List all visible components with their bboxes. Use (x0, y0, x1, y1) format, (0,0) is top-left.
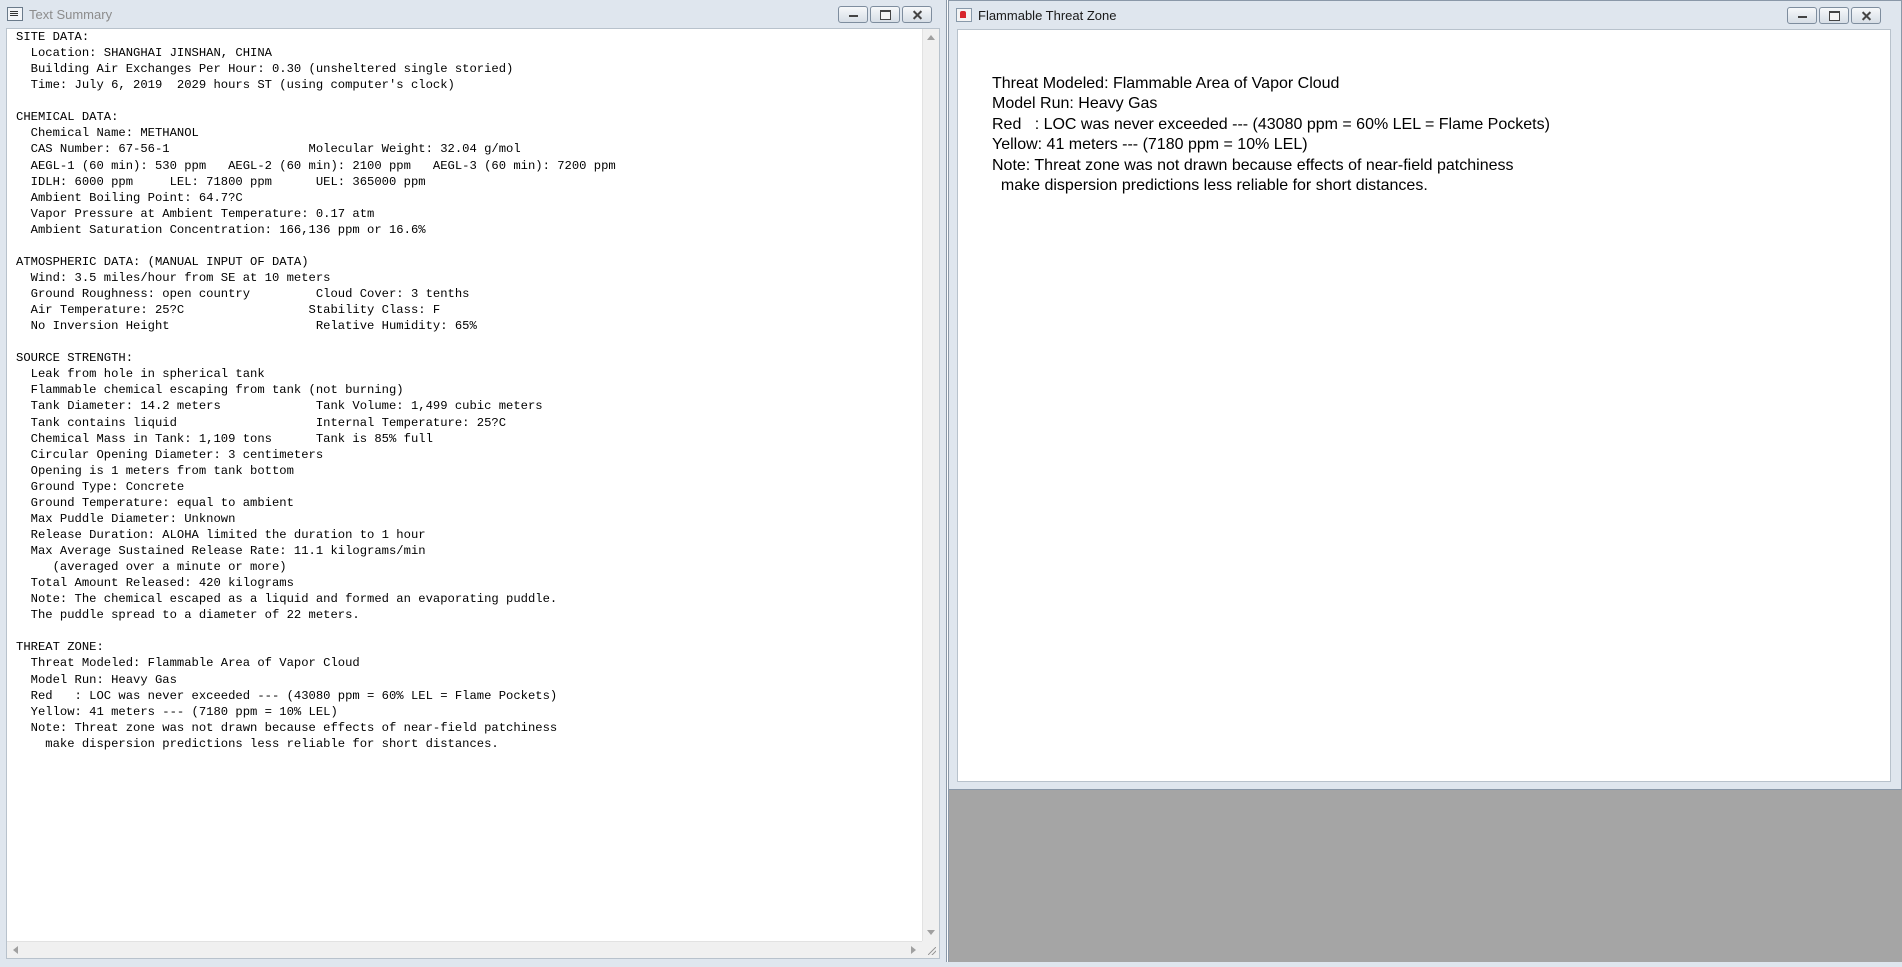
summary-line: Release Duration: ALOHA limited the dura… (16, 527, 426, 542)
window-title: Text Summary (29, 6, 113, 22)
scroll-right-arrow-icon[interactable] (911, 946, 916, 954)
threat-zone-window: Flammable Threat Zone Threat Modeled: Fl… (948, 0, 1902, 790)
summary-line: Tank Diameter: 14.2 meters Tank Volume: … (16, 399, 543, 414)
summary-line: Tank contains liquid Internal Temperatur… (16, 415, 507, 430)
summary-line: Air Temperature: 25?C Stability Class: F (16, 303, 441, 318)
threat-line: Model Run: Heavy Gas (992, 95, 1158, 113)
summary-line: Leak from hole in spherical tank (16, 367, 265, 382)
threat-line: Threat Modeled: Flammable Area of Vapor … (992, 75, 1340, 92)
summary-line: AEGL-1 (60 min): 530 ppm AEGL-2 (60 min)… (16, 158, 616, 173)
summary-line: Ground Roughness: open country Cloud Cov… (16, 287, 470, 301)
text-document-icon[interactable] (7, 7, 23, 21)
summary-line: Chemical Mass in Tank: 1,109 tons Tank i… (16, 431, 433, 446)
restore-icon[interactable] (1819, 7, 1849, 24)
summary-line: Building Air Exchanges Per Hour: 0.30 (u… (16, 62, 514, 77)
summary-line: Red : LOC was never exceeded --- (43080 … (16, 688, 558, 703)
summary-line: Opening is 1 meters from tank bottom (16, 463, 294, 478)
summary-line: IDLH: 6000 ppm LEL: 71800 ppm UEL: 36500… (16, 174, 426, 189)
summary-line: Circular Opening Diameter: 3 centimeters (16, 447, 324, 462)
desktop-background (948, 790, 1902, 967)
summary-line: No Inversion Height Relative Humidity: 6… (16, 319, 477, 334)
summary-line: CHEMICAL DATA: (16, 110, 119, 125)
summary-line: Max Average Sustained Release Rate: 11.1… (16, 544, 426, 558)
threat-zone-content[interactable]: Threat Modeled: Flammable Area of Vapor … (957, 29, 1891, 782)
threat-line: make dispersion predictions less reliabl… (992, 177, 1428, 195)
aloha-app-icon[interactable] (956, 8, 972, 22)
summary-line: Max Puddle Diameter: Unknown (16, 511, 236, 526)
text-summary-window: Text Summary SITE DATA: Location: SHANGH… (0, 0, 947, 967)
summary-line: Ambient Boiling Point: 64.7?C (16, 190, 243, 205)
summary-line: Note: The chemical escaped as a liquid a… (16, 592, 558, 607)
summary-line: Total Amount Released: 420 kilograms (16, 576, 294, 591)
summary-line: Yellow: 41 meters --- (7180 ppm = 10% LE… (16, 704, 338, 719)
summary-line: Ground Type: Concrete (16, 479, 185, 494)
summary-line: Vapor Pressure at Ambient Temperature: 0… (16, 206, 375, 221)
summary-line: Time: July 6, 2019 2029 hours ST (using … (16, 78, 455, 93)
summary-line: Wind: 3.5 miles/hour from SE at 10 meter… (16, 270, 331, 285)
summary-line: THREAT ZONE: (16, 640, 104, 655)
scroll-up-arrow-icon[interactable] (927, 35, 935, 40)
vertical-scrollbar[interactable] (922, 29, 939, 941)
resize-grip-icon[interactable] (922, 941, 939, 958)
minimize-icon[interactable] (1787, 7, 1817, 24)
threat-line: Red : LOC was never exceeded --- (43080 … (992, 115, 1550, 133)
summary-line: Ground Temperature: equal to ambient (16, 495, 294, 510)
summary-line: SOURCE STRENGTH: (16, 351, 134, 366)
summary-line: Chemical Name: METHANOL (16, 126, 199, 141)
summary-text: SITE DATA: Location: SHANGHAI JINSHAN, C… (16, 29, 616, 752)
summary-line: SITE DATA: (16, 30, 90, 44)
window-title: Flammable Threat Zone (978, 7, 1117, 23)
bottom-frame (0, 962, 1902, 967)
minimize-icon[interactable] (838, 6, 868, 23)
scroll-down-arrow-icon[interactable] (927, 930, 935, 935)
restore-icon[interactable] (870, 6, 900, 23)
close-icon[interactable] (902, 6, 932, 23)
summary-line: make dispersion predictions less reliabl… (16, 736, 499, 751)
summary-line: Location: SHANGHAI JINSHAN, CHINA (16, 46, 272, 61)
threat-line: Note: Threat zone was not drawn because … (992, 156, 1514, 174)
window-controls (1787, 7, 1881, 24)
threat-line: Yellow: 41 meters --- (7180 ppm = 10% LE… (992, 136, 1308, 154)
summary-line: Model Run: Heavy Gas (16, 672, 177, 687)
scroll-left-arrow-icon[interactable] (13, 946, 18, 954)
close-icon[interactable] (1851, 7, 1881, 24)
window-controls (838, 6, 932, 23)
summary-line: Ambient Saturation Concentration: 166,13… (16, 222, 426, 237)
summary-line: ATMOSPHERIC DATA: (MANUAL INPUT OF DATA) (16, 254, 309, 269)
summary-line: Flammable chemical escaping from tank (n… (16, 383, 404, 398)
threat-zone-text: Threat Modeled: Flammable Area of Vapor … (992, 74, 1550, 196)
text-summary-content[interactable]: SITE DATA: Location: SHANGHAI JINSHAN, C… (6, 28, 940, 959)
summary-line: Note: Threat zone was not drawn because … (16, 720, 558, 735)
horizontal-scrollbar[interactable] (7, 941, 922, 958)
summary-line: (averaged over a minute or more) (16, 560, 287, 575)
threat-zone-titlebar[interactable]: Flammable Threat Zone (949, 1, 1901, 29)
summary-line: Threat Modeled: Flammable Area of Vapor … (16, 656, 360, 671)
text-summary-titlebar[interactable]: Text Summary (0, 0, 946, 28)
summary-line: The puddle spread to a diameter of 22 me… (16, 608, 360, 623)
summary-line: CAS Number: 67-56-1 Molecular Weight: 32… (16, 142, 521, 157)
